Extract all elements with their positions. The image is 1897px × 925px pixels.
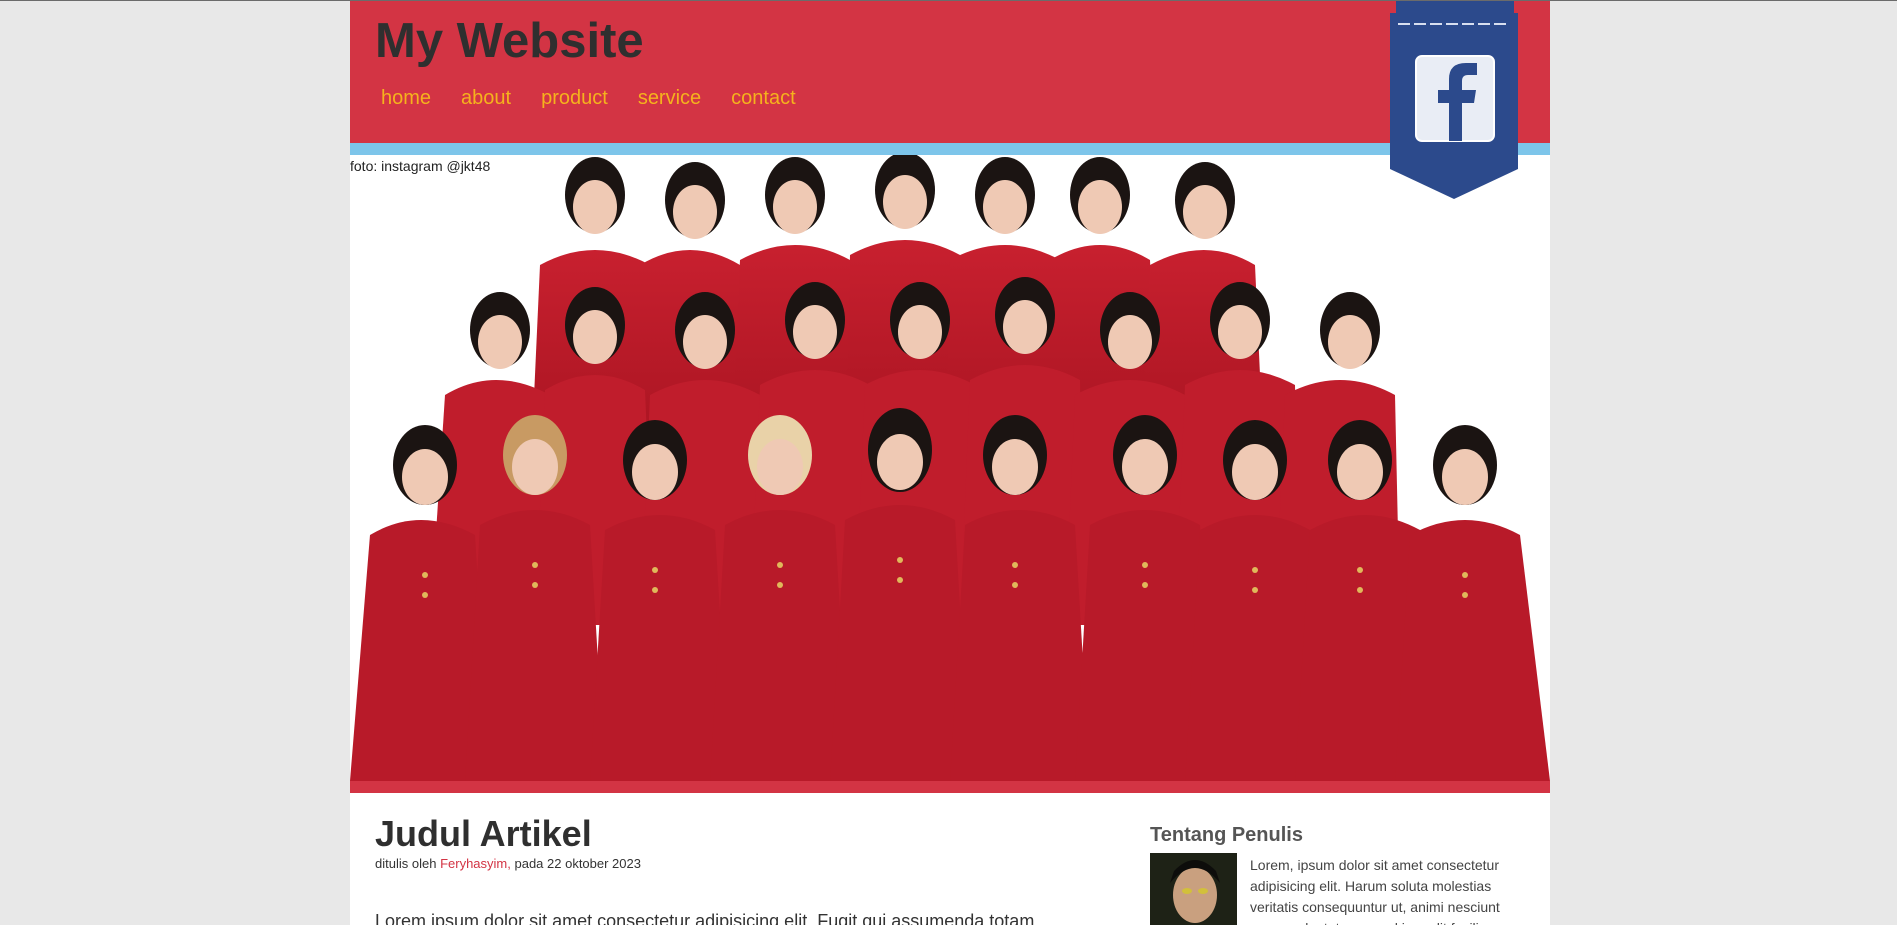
author-avatar (1150, 853, 1237, 925)
group-photo (350, 155, 1550, 781)
hero-image (350, 155, 1550, 781)
main-nav: home about product service contact (381, 87, 826, 110)
article-meta: ditulis oleh Feryhasyim, pada 22 oktober… (375, 856, 641, 871)
nav-product[interactable]: product (541, 87, 608, 110)
sidebar-title: Tentang Penulis (1150, 824, 1303, 846)
photo-credit: foto: instagram @jkt48 (350, 158, 491, 174)
nav-service[interactable]: service (638, 87, 701, 110)
site-title: My Website (375, 14, 644, 68)
site-header: My Website home about product service co… (350, 1, 1550, 143)
author-link[interactable]: Feryhasyim, (440, 856, 511, 871)
blue-divider (350, 143, 1550, 155)
nav-about[interactable]: about (461, 87, 511, 110)
nav-contact[interactable]: contact (731, 87, 795, 110)
article-body: Lorem ipsum dolor sit amet consectetur a… (375, 911, 1035, 925)
facebook-icon (1390, 1, 1518, 199)
author-avatar-image (1150, 853, 1237, 925)
meta-date: pada 22 oktober 2023 (514, 856, 641, 871)
facebook-badge[interactable] (1388, 1, 1520, 199)
page-container: My Website home about product service co… (350, 1, 1550, 925)
article-title: Judul Artikel (375, 813, 592, 854)
sidebar-text: Lorem, ipsum dolor sit amet consectetur … (1250, 857, 1500, 925)
nav-home[interactable]: home (381, 87, 431, 110)
red-divider (350, 781, 1550, 793)
meta-prefix: ditulis oleh (375, 856, 437, 871)
